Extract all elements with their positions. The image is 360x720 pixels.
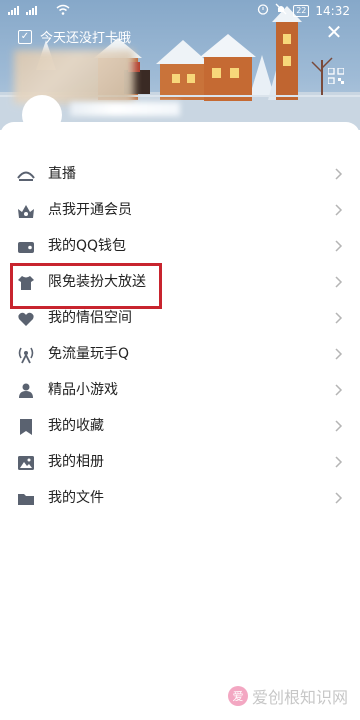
- signal-icon: [16, 345, 36, 365]
- chevron-right-icon: [334, 417, 344, 435]
- checkin-row[interactable]: ✓ 今天还没打卡哦: [18, 27, 131, 46]
- live-icon: [16, 165, 36, 185]
- highlight-annotation-box: [10, 263, 162, 309]
- game-icon: [16, 381, 36, 401]
- menu-item-wallet[interactable]: 我的QQ钱包: [0, 228, 360, 264]
- menu-item-label: 我的情侣空间: [48, 310, 132, 326]
- couple-icon: [16, 309, 36, 329]
- status-bar: 22 14:32: [0, 0, 360, 24]
- folder-icon: [16, 489, 36, 509]
- chevron-right-icon: [334, 345, 344, 363]
- menu-item-vip[interactable]: 点我开通会员: [0, 192, 360, 228]
- menu-item-album[interactable]: 我的相册: [0, 444, 360, 480]
- menu-item-free-data[interactable]: 免流量玩手Q: [0, 336, 360, 372]
- blurred-overlay: [14, 50, 134, 104]
- chevron-right-icon: [334, 489, 344, 507]
- watermark-logo-icon: 爱: [227, 686, 248, 706]
- menu-item-label: 点我开通会员: [48, 202, 132, 218]
- menu-item-label: 我的收藏: [48, 418, 104, 434]
- avatar[interactable]: [22, 95, 62, 135]
- battery-indicator: 22: [293, 4, 310, 17]
- menu-item-favorites[interactable]: 我的收藏: [0, 408, 360, 444]
- status-time: 14:32: [315, 3, 350, 18]
- menu-item-label: 我的QQ钱包: [48, 238, 127, 254]
- chevron-right-icon: [334, 201, 344, 219]
- mute-icon: [275, 3, 287, 18]
- drawer-menu: 直播 点我开通会员 我的QQ钱包 限免装扮大放送 我的情侣空间 免流量玩手Q 精…: [0, 156, 360, 516]
- chevron-right-icon: [334, 381, 344, 399]
- nickname-blurred: [70, 102, 180, 116]
- chevron-right-icon: [334, 165, 344, 183]
- menu-item-files[interactable]: 我的文件: [0, 480, 360, 516]
- chevron-right-icon: [334, 273, 344, 291]
- menu-item-mini-games[interactable]: 精品小游戏: [0, 372, 360, 408]
- menu-item-label: 我的文件: [48, 490, 104, 506]
- checkin-checkbox-icon[interactable]: ✓: [18, 29, 32, 44]
- menu-item-label: 精品小游戏: [48, 382, 118, 398]
- menu-item-live[interactable]: 直播: [0, 156, 360, 192]
- cell-signal-icon: [8, 4, 52, 19]
- menu-item-label: 直播: [48, 166, 76, 182]
- close-icon[interactable]: ✕: [324, 22, 344, 42]
- bookmark-icon: [16, 417, 36, 437]
- checkin-text: 今天还没打卡哦: [40, 31, 132, 46]
- qr-code-icon[interactable]: [327, 67, 345, 85]
- menu-item-label: 免流量玩手Q: [48, 346, 130, 362]
- chevron-right-icon: [334, 237, 344, 255]
- album-icon: [16, 453, 36, 473]
- chevron-right-icon: [334, 453, 344, 471]
- menu-item-label: 我的相册: [48, 454, 104, 470]
- vip-icon: [16, 201, 36, 221]
- watermark: 爱 爱创根知识网: [227, 684, 348, 708]
- alarm-icon: [257, 3, 269, 18]
- wifi-icon: [56, 4, 70, 19]
- watermark-text: 爱创根知识网: [251, 688, 348, 707]
- wallet-icon: [16, 237, 36, 257]
- chevron-right-icon: [334, 309, 344, 327]
